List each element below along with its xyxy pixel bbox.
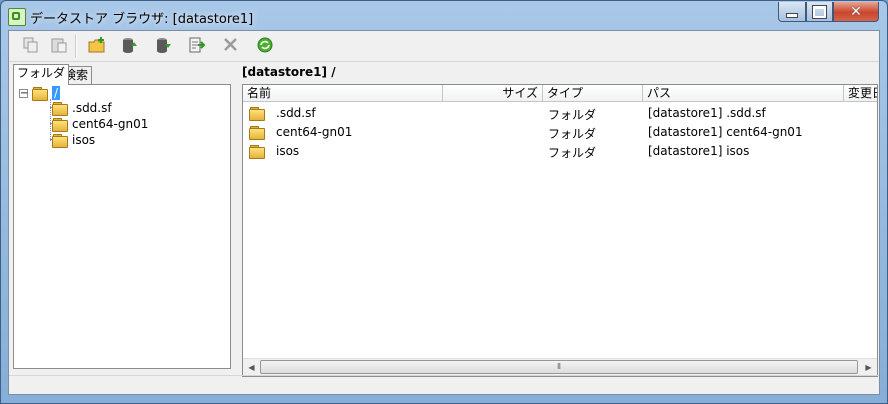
row-path: [datastore1] .sdd.sf — [648, 106, 766, 120]
row-name: cent64-gn01 — [276, 125, 353, 139]
grip-icon: ⦀ — [557, 362, 561, 371]
current-path: [datastore1] / — [242, 65, 336, 79]
folder-icon — [249, 144, 265, 159]
copy-button[interactable] — [21, 36, 43, 56]
tree-item-label: .sdd.sf — [72, 101, 112, 115]
scroll-left-icon[interactable]: ◀ — [243, 359, 260, 376]
close-icon: ✕ — [850, 3, 862, 20]
new-folder-button[interactable] — [87, 36, 109, 56]
tree-item[interactable]: .sdd.sf — [52, 100, 112, 116]
tree-item[interactable]: isos — [52, 132, 95, 148]
table-row[interactable]: .sdd.sf フォルダ [datastore1] .sdd.sf — [243, 104, 877, 123]
row-type: フォルダ — [548, 146, 597, 160]
download-button[interactable] — [153, 36, 175, 56]
table-row[interactable]: isos フォルダ [datastore1] isos — [243, 142, 877, 161]
delete-icon — [224, 38, 237, 51]
folder-icon — [249, 125, 265, 140]
column-header-name[interactable]: 名前 — [243, 85, 443, 102]
row-path: [datastore1] cent64-gn01 — [648, 125, 803, 139]
upload-button[interactable] — [119, 36, 141, 56]
minimize-icon — [786, 13, 798, 18]
delete-button[interactable] — [221, 36, 243, 56]
column-header-modified[interactable]: 変更日時 — [844, 85, 877, 102]
left-tabs: フォルダ 検索 — [13, 64, 233, 85]
scroll-thumb[interactable]: ⦀ — [260, 360, 858, 374]
row-name: .sdd.sf — [276, 106, 316, 120]
left-panel: フォルダ 検索 − / .sdd.sf cent64-gn01 isos — [13, 64, 233, 374]
copy-icon — [23, 37, 38, 53]
column-header-size[interactable]: サイズ — [443, 85, 543, 102]
upload-icon — [123, 38, 137, 53]
horizontal-scrollbar[interactable]: ◀ ⦀ ▶ — [243, 358, 877, 376]
tree-item-label: isos — [72, 133, 96, 147]
register-vm-button[interactable] — [187, 36, 209, 56]
window-title: データストア ブラウザ: [datastore1] — [30, 12, 254, 27]
folder-icon — [52, 101, 68, 116]
open-folder-icon — [32, 86, 48, 101]
table-row[interactable]: cent64-gn01 フォルダ [datastore1] cent64-gn0… — [243, 123, 877, 142]
folder-icon — [52, 133, 68, 148]
collapse-toggle[interactable]: − — [19, 89, 28, 99]
datastore-browser-window: データストア ブラウザ: [datastore1] ✕ フォルダ 検索 − / … — [0, 0, 888, 404]
row-type: フォルダ — [548, 127, 597, 141]
status-bar — [9, 375, 879, 395]
minimize-button[interactable] — [778, 2, 806, 22]
row-type: フォルダ — [548, 108, 597, 122]
tree-item-label: / — [52, 86, 61, 100]
register-icon — [189, 37, 206, 53]
scroll-right-icon[interactable]: ▶ — [860, 359, 877, 376]
column-header-type[interactable]: タイプ — [543, 85, 643, 102]
paste-button[interactable] — [49, 36, 71, 56]
maximize-icon — [812, 4, 827, 19]
tree-item[interactable]: cent64-gn01 — [52, 116, 148, 132]
paste-icon — [51, 38, 67, 53]
tree-item-label: cent64-gn01 — [72, 117, 149, 131]
file-list: 名前 サイズ タイプ パス 変更日時 .sdd.sf フォルダ [datasto… — [242, 84, 878, 377]
right-panel: [datastore1] / 名前 サイズ タイプ パス 変更日時 .sdd.s… — [242, 64, 878, 377]
refresh-button[interactable] — [255, 36, 277, 56]
row-name: isos — [276, 144, 300, 158]
client-area: フォルダ 検索 − / .sdd.sf cent64-gn01 isos [da… — [8, 30, 880, 395]
tree-item-root[interactable]: / — [32, 85, 61, 101]
toolbar — [9, 31, 879, 62]
app-icon — [8, 8, 26, 26]
row-path: [datastore1] isos — [648, 144, 750, 158]
close-button[interactable]: ✕ — [833, 2, 879, 22]
maximize-button[interactable] — [806, 2, 833, 22]
folder-icon — [52, 117, 68, 132]
column-header-path[interactable]: パス — [643, 85, 844, 102]
tree-connector — [50, 99, 51, 141]
download-icon — [157, 38, 171, 53]
toolbar-separator — [75, 35, 77, 57]
refresh-icon — [257, 37, 273, 53]
tab-folders[interactable]: フォルダ — [13, 64, 70, 85]
folder-icon — [249, 106, 265, 121]
title-bar[interactable]: データストア ブラウザ: [datastore1] ✕ — [1, 1, 887, 31]
new-folder-icon — [88, 37, 105, 53]
folder-tree: − / .sdd.sf cent64-gn01 isos — [13, 84, 231, 369]
